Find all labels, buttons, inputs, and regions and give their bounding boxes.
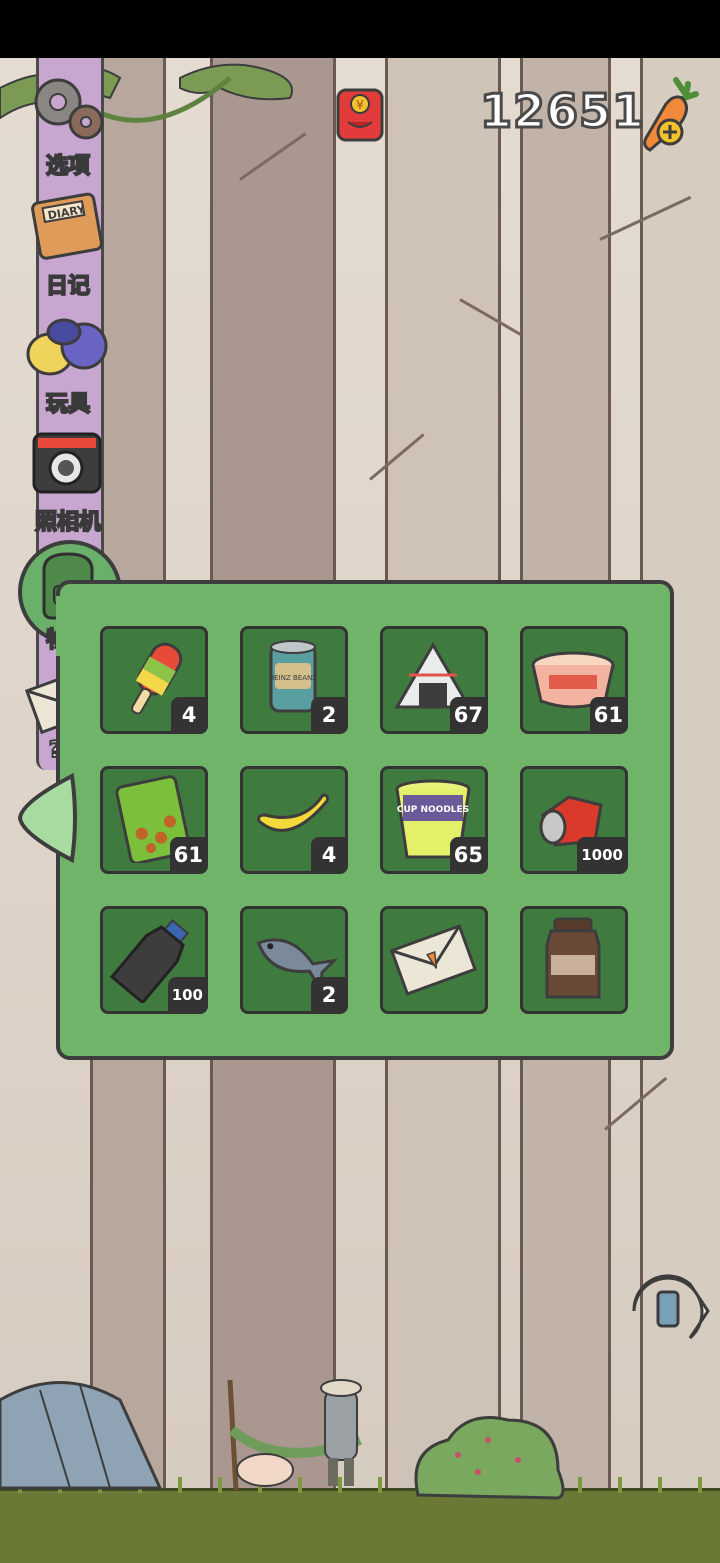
sidebar-item-camera[interactable]: 照相机 [10,428,130,538]
coffee-jar-icon [545,917,601,999]
status-bar [0,0,720,58]
item-quantity: 100 [167,977,207,1013]
sidebar-item-label: 日记 [45,273,91,300]
gear-icon [34,78,104,140]
item-quantity: 61 [169,837,207,873]
hammock-scene [227,1379,362,1491]
bush-image [414,1416,565,1500]
inventory-slot-carrot-letter[interactable] [380,906,488,1014]
carrot-count: 12651 [478,83,646,140]
carrot-plus-icon [643,77,699,152]
toys-icon [26,318,108,376]
inventory-slot-coffee-jar[interactable] [520,906,628,1014]
sidebar-item-options[interactable]: 选项 [10,70,130,180]
inventory-slot-noodle-bowl[interactable]: 61 [520,626,628,734]
item-quantity: 65 [449,837,487,873]
inventory-slot-onigiri[interactable]: 67 [380,626,488,734]
svg-text:¥: ¥ [356,98,364,112]
red-packet-icon: ¥ [336,88,384,142]
camera-icon [32,432,102,494]
item-quantity: 61 [589,697,627,733]
phone-button[interactable] [628,1274,712,1348]
inventory-slot-plastic-bottle[interactable]: 100 [100,906,208,1014]
inventory-slot-baked-beans[interactable]: HEINZ BEANZ 2 [240,626,348,734]
sidebar-item-toys[interactable]: 玩具 [10,312,130,422]
sidebar-item-diary[interactable]: DIARY 日记 [10,190,130,300]
inventory-slot-snack-bag[interactable]: 61 [100,766,208,874]
collapse-panel-button[interactable] [16,772,78,864]
can-label: HEINZ BEANZ [269,674,317,682]
item-quantity: 2 [311,697,347,733]
phone-icon [632,1274,710,1340]
carrot-add-button[interactable] [636,74,704,154]
cup-label: CUP NOODLES [397,805,469,815]
sidebar-item-label: 选项 [45,153,91,180]
item-quantity: 67 [449,697,487,733]
carrot-letter-icon [389,924,477,996]
inventory-slot-popsicle[interactable]: 4 [100,626,208,734]
inventory-slot-banana[interactable]: 4 [240,766,348,874]
item-quantity: 4 [311,837,347,873]
diary-icon: DIARY [31,192,103,260]
item-quantity: 4 [171,697,207,733]
red-packet-button[interactable]: ¥ [332,86,388,142]
sidebar-item-label: 玩具 [45,391,91,418]
tent-image [0,1381,163,1490]
sidebar-item-label: 照相机 [34,509,102,536]
inventory-slot-fish[interactable]: 2 [240,906,348,1014]
inventory-slot-cup-noodles[interactable]: CUP NOODLES 65 [380,766,488,874]
chevron-left-icon [17,772,77,864]
item-quantity: 2 [311,977,347,1013]
item-quantity: 1000 [577,837,627,873]
inventory-slot-crushed-can[interactable]: 1000 [520,766,628,874]
